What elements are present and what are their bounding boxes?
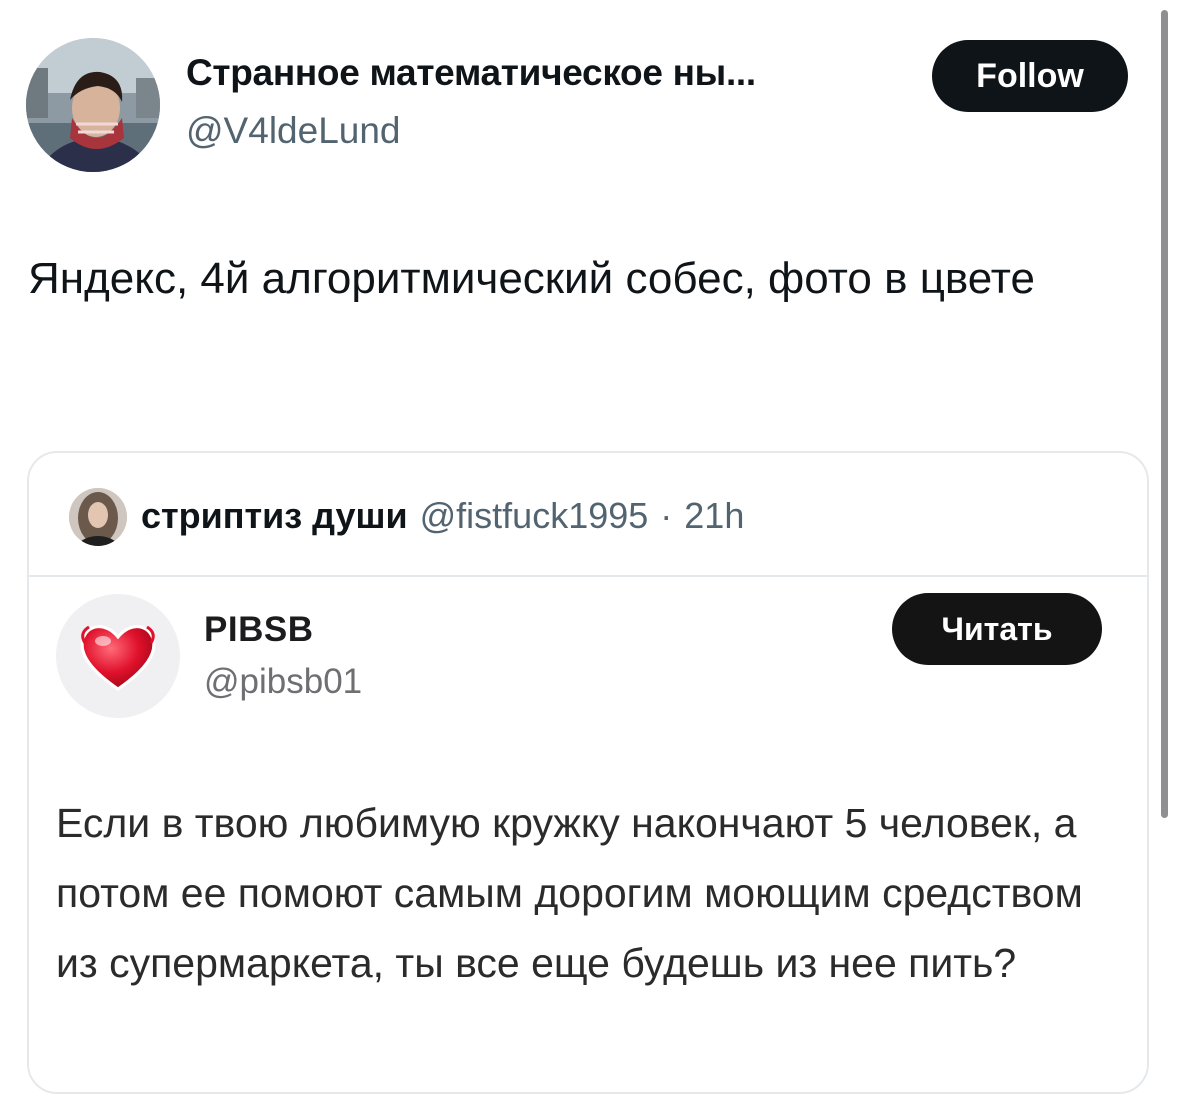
quoted-author-avatar[interactable]	[69, 488, 127, 546]
quoted-timestamp[interactable]: 21h	[684, 495, 744, 537]
pibsb-post-text: Если в твою любимую кружку накончают 5 ч…	[56, 800, 1083, 986]
pibsb-avatar	[56, 594, 180, 718]
quoted-author-avatar-image	[69, 488, 127, 546]
pibsb-handle: @pibsb01	[204, 662, 363, 701]
quoted-handle[interactable]: @fistfuck1995	[420, 495, 649, 537]
separator-dot: ·	[660, 495, 673, 536]
follow-button[interactable]: Follow	[932, 40, 1128, 112]
quoted-tweet-header: стриптиз души @fistfuck1995 · 21h	[141, 495, 744, 537]
read-button: Читать	[892, 593, 1102, 665]
author-handle[interactable]: @V4ldeLund	[186, 110, 401, 152]
quoted-tweet-card[interactable]: стриптиз души @fistfuck1995 · 21h PIBSB …	[27, 451, 1149, 1094]
author-display-name[interactable]: Странное математическое ны...	[186, 52, 756, 94]
pibsb-name: PIBSB	[204, 610, 314, 649]
quoted-display-name[interactable]: стриптиз души	[141, 495, 408, 537]
author-avatar-image	[26, 38, 160, 172]
tweet-text: Яндекс, 4й алгоритмический собес, фото в…	[28, 254, 1035, 303]
heart-icon	[80, 625, 156, 691]
author-avatar[interactable]	[26, 38, 160, 172]
divider	[29, 575, 1147, 577]
scrollbar[interactable]	[1161, 10, 1168, 818]
